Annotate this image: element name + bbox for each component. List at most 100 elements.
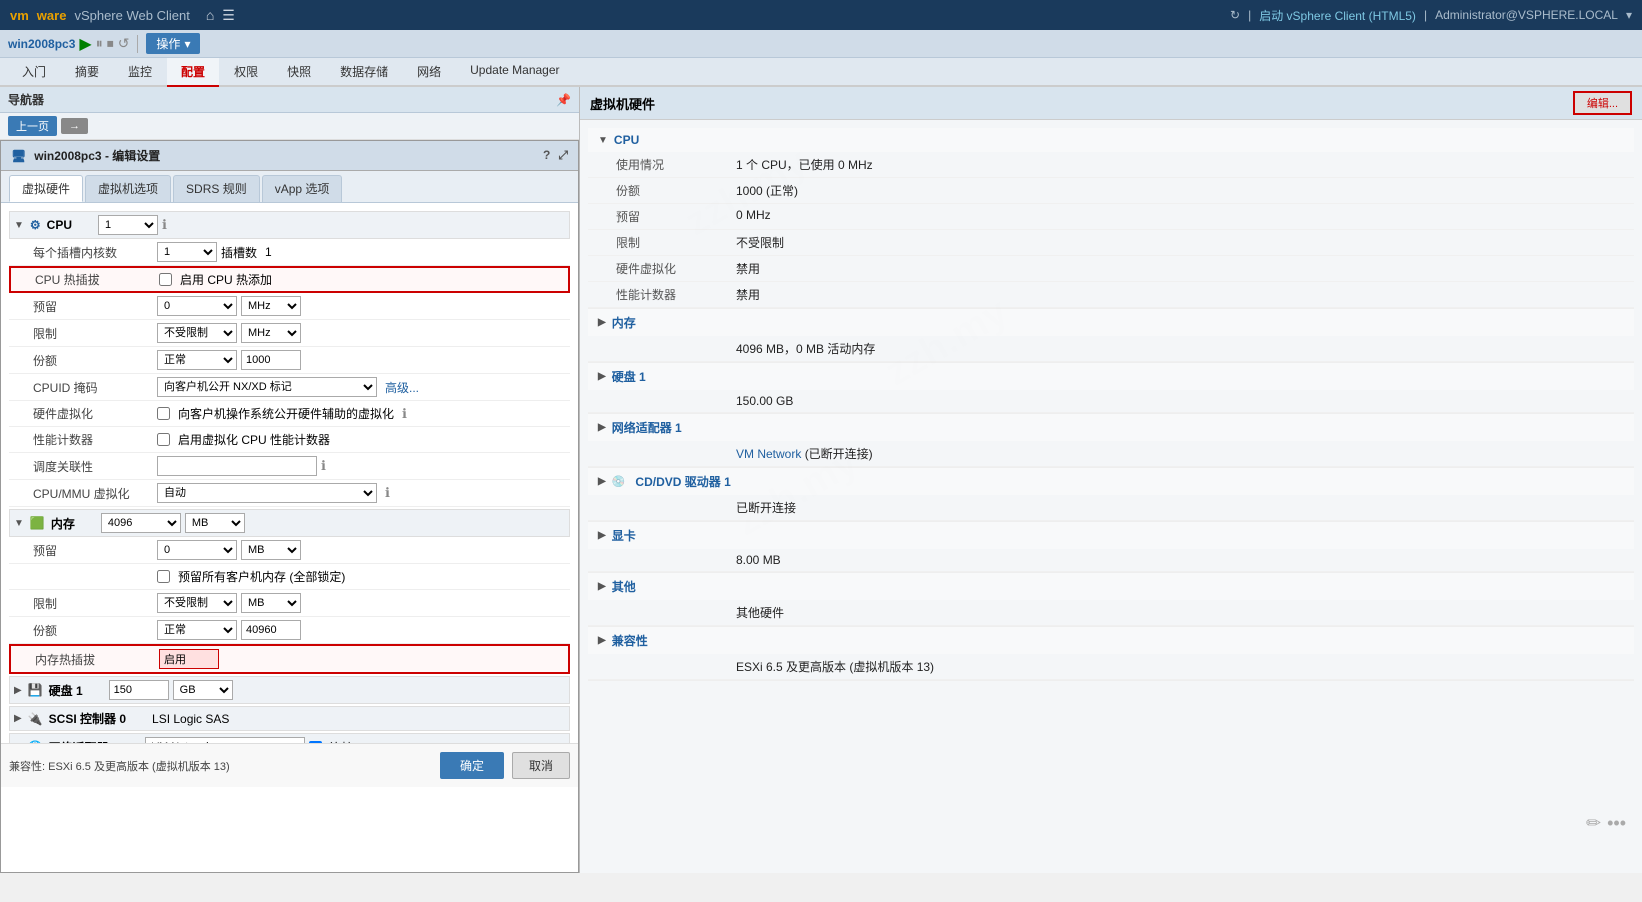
cpu-count-select[interactable]: 124	[98, 215, 158, 235]
operations-btn[interactable]: 操作 ▾	[146, 33, 200, 54]
right-panel-action-icon2[interactable]: •••	[1607, 813, 1626, 834]
cpu-hwvirt-checkbox[interactable]	[157, 407, 170, 420]
network-connect-checkbox[interactable]	[309, 741, 322, 744]
mem-hotplug-input[interactable]	[159, 649, 219, 669]
mem-lockall-row: 预留所有客户机内存 (全部锁定)	[9, 564, 570, 590]
cpu-perf-control: 启用虚拟化 CPU 性能计数器	[157, 431, 562, 448]
cpu-section-header[interactable]: ▼ ⚙ CPU 124 ℹ	[9, 211, 570, 239]
tab-intro[interactable]: 入门	[8, 58, 60, 87]
user-dropdown-icon[interactable]: ▾	[1626, 8, 1632, 22]
memory-value-select[interactable]: 4096	[101, 513, 181, 533]
right-other-value-row: 其他硬件	[588, 600, 1634, 626]
cpu-reservation-select[interactable]: 0	[157, 296, 237, 316]
dialog-help-icon[interactable]: ?	[543, 148, 550, 163]
vm-icon-play[interactable]: ▶	[79, 34, 91, 54]
vm-icon-reset[interactable]: ↺	[118, 35, 130, 52]
disk-section-label: 硬盘 1	[49, 682, 83, 699]
cpu-shares-select[interactable]: 正常	[157, 350, 237, 370]
cpu-per-socket-select[interactable]: 1	[157, 242, 217, 262]
dialog-tab-options[interactable]: 虚拟机选项	[85, 175, 171, 202]
right-video-label: 显卡	[612, 527, 636, 544]
cpu-info-icon[interactable]: ℹ	[162, 217, 167, 233]
cpu-hotplug-checkbox[interactable]	[159, 273, 172, 286]
mem-shares-input[interactable]	[241, 620, 301, 640]
dialog-tab-vapp[interactable]: vApp 选项	[262, 175, 343, 202]
right-area: 虚拟机硬件 编辑... zzh.my zzh.my zzh.my ▼ CPU 使…	[580, 87, 1642, 873]
cpu-hwvirt-text: 向客户机操作系统公开硬件辅助的虚拟化	[178, 405, 394, 422]
cpuid-advanced-link[interactable]: 高级...	[385, 379, 419, 396]
right-cpu-arrow: ▼	[598, 135, 608, 146]
memory-unit-select[interactable]: MB	[185, 513, 245, 533]
cpu-hwvirt-info-icon[interactable]: ℹ	[402, 406, 407, 422]
vm-icon-pause[interactable]: ⏸	[96, 35, 103, 52]
right-compat-section-title[interactable]: ▶ 兼容性	[588, 627, 1634, 654]
mem-limit-unit-select[interactable]: MB	[241, 593, 301, 613]
vsphere-client-btn[interactable]: 启动 vSphere Client (HTML5)	[1259, 7, 1416, 24]
network-value-select[interactable]: VM Network	[145, 737, 305, 743]
dialog-tab-hardware[interactable]: 虚拟硬件	[9, 175, 83, 202]
tab-datastores[interactable]: 数据存储	[326, 58, 402, 87]
scsi-section-header[interactable]: ▶ 🔌 SCSI 控制器 0 LSI Logic SAS	[9, 706, 570, 731]
mem-limit-select[interactable]: 不受限制	[157, 593, 237, 613]
right-network-value-label	[616, 445, 736, 462]
mem-reservation-unit-select[interactable]: MB	[241, 540, 301, 560]
right-panel-action-icon1[interactable]: ✏	[1586, 813, 1601, 834]
dialog-ok-btn[interactable]: 确定	[440, 752, 504, 779]
tab-permissions[interactable]: 权限	[220, 58, 272, 87]
right-memory-arrow: ▶	[598, 317, 606, 328]
tab-update-manager[interactable]: Update Manager	[456, 58, 573, 87]
network-section-header[interactable]: ▶ 🌐 网络适配器 1 VM Network 连接	[9, 733, 570, 743]
cpu-mmu-select[interactable]: 自动	[157, 483, 377, 503]
cpu-perf-checkbox[interactable]	[157, 433, 170, 446]
cpu-reservation-unit-select[interactable]: MHz	[241, 296, 301, 316]
right-cpu-usage-label: 使用情况	[616, 156, 736, 173]
cpu-shares-row: 份额 正常	[9, 347, 570, 374]
vmware-logo2: ware	[37, 8, 67, 23]
refresh-icon[interactable]: ↻	[1230, 8, 1240, 22]
dialog-cancel-btn[interactable]: 取消	[512, 752, 570, 779]
forward-btn[interactable]: →	[61, 118, 88, 134]
cpu-cpuid-select[interactable]: 向客户机公开 NX/XD 标记	[157, 377, 377, 397]
right-network-link[interactable]: VM Network	[736, 447, 801, 461]
dialog-expand-icon[interactable]: ⤢	[558, 148, 568, 163]
right-other-label: 其他	[612, 578, 636, 595]
disk-unit-select[interactable]: GB	[173, 680, 233, 700]
cpu-scheduler-input[interactable]	[157, 456, 317, 476]
cpu-scheduler-info-icon[interactable]: ℹ	[321, 458, 326, 474]
right-cpu-section-title[interactable]: ▼ CPU	[588, 128, 1634, 152]
cpu-limit-select[interactable]: 不受限制	[157, 323, 237, 343]
back-btn[interactable]: 上一页	[8, 116, 57, 136]
edit-btn[interactable]: 编辑...	[1573, 91, 1632, 115]
cpu-hotplug-text: 启用 CPU 热添加	[180, 271, 272, 288]
disk-section: ▶ 💾 硬盘 1 GB	[9, 676, 570, 704]
cpu-hotplug-control: 启用 CPU 热添加	[159, 271, 560, 288]
cpu-shares-label: 份额	[33, 352, 153, 369]
home-icon[interactable]: ⌂	[206, 7, 214, 23]
right-disk-section-title[interactable]: ▶ 硬盘 1	[588, 363, 1634, 390]
cpu-limit-unit-select[interactable]: MHz	[241, 323, 301, 343]
cpu-reservation-row: 预留 0 MHz	[9, 293, 570, 320]
right-cdvd-section-title[interactable]: ▶ 💿 CD/DVD 驱动器 1	[588, 468, 1634, 495]
tab-snapshots[interactable]: 快照	[273, 58, 325, 87]
pin-icon[interactable]: 📌	[556, 93, 571, 107]
cpu-hwvirt-row: 硬件虚拟化 向客户机操作系统公开硬件辅助的虚拟化 ℹ	[9, 401, 570, 427]
tab-network[interactable]: 网络	[403, 58, 455, 87]
mem-lockall-checkbox[interactable]	[157, 570, 170, 583]
disk-value-input[interactable]	[109, 680, 169, 700]
right-video-section-title[interactable]: ▶ 显卡	[588, 522, 1634, 549]
right-memory-section-title[interactable]: ▶ 内存	[588, 309, 1634, 336]
tab-config[interactable]: 配置	[167, 58, 219, 87]
menu-icon[interactable]: ☰	[222, 7, 235, 24]
vm-icon-stop[interactable]: ⏹	[107, 35, 114, 52]
tab-summary[interactable]: 摘要	[61, 58, 113, 87]
cpu-shares-input[interactable]	[241, 350, 301, 370]
mem-shares-select[interactable]: 正常	[157, 620, 237, 640]
mem-reservation-select[interactable]: 0	[157, 540, 237, 560]
dialog-tab-sdrs[interactable]: SDRS 规则	[173, 175, 260, 202]
tab-monitor[interactable]: 监控	[114, 58, 166, 87]
memory-section-header[interactable]: ▼ 🟩 内存 4096 MB	[9, 509, 570, 537]
cpu-mmu-info-icon[interactable]: ℹ	[385, 485, 390, 501]
disk-section-header[interactable]: ▶ 💾 硬盘 1 GB	[9, 676, 570, 704]
right-other-section-title[interactable]: ▶ 其他	[588, 573, 1634, 600]
right-network-section-title[interactable]: ▶ 网络适配器 1	[588, 414, 1634, 441]
